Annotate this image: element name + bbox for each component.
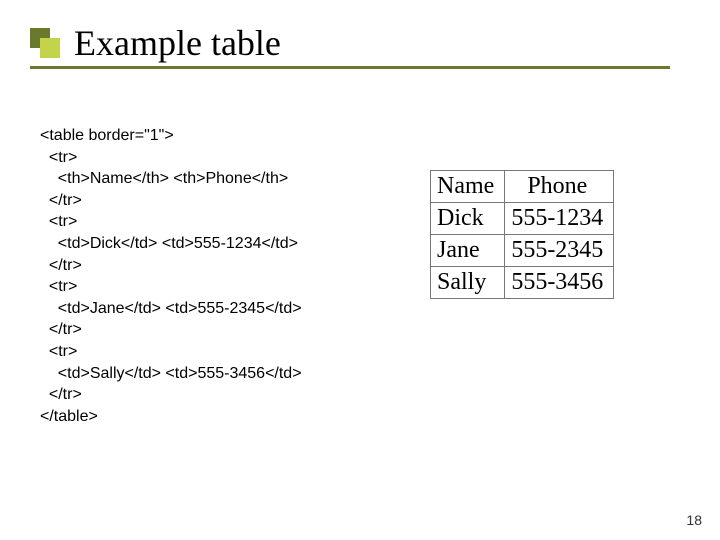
table-header-row: Name Phone — [431, 171, 614, 203]
table-cell-phone: 555-1234 — [505, 203, 614, 235]
table-header-name: Name — [431, 171, 505, 203]
page-number: 18 — [686, 512, 702, 528]
table-cell-name: Dick — [431, 203, 505, 235]
table-cell-name: Jane — [431, 235, 505, 267]
title-bullet-icon — [30, 28, 60, 58]
table-row: Jane 555-2345 — [431, 235, 614, 267]
rendered-table: Name Phone Dick 555-1234 Jane 555-2345 S… — [430, 170, 614, 299]
slide-title: Example table — [74, 22, 281, 64]
table-cell-name: Sally — [431, 267, 505, 299]
table-row: Dick 555-1234 — [431, 203, 614, 235]
code-block: <table border="1"> <tr> <th>Name</th> <t… — [40, 125, 302, 427]
table-row: Sally 555-3456 — [431, 267, 614, 299]
table-cell-phone: 555-3456 — [505, 267, 614, 299]
title-underline — [30, 66, 670, 69]
slide-title-bar: Example table — [30, 22, 281, 64]
table-header-phone: Phone — [505, 171, 614, 203]
table-cell-phone: 555-2345 — [505, 235, 614, 267]
